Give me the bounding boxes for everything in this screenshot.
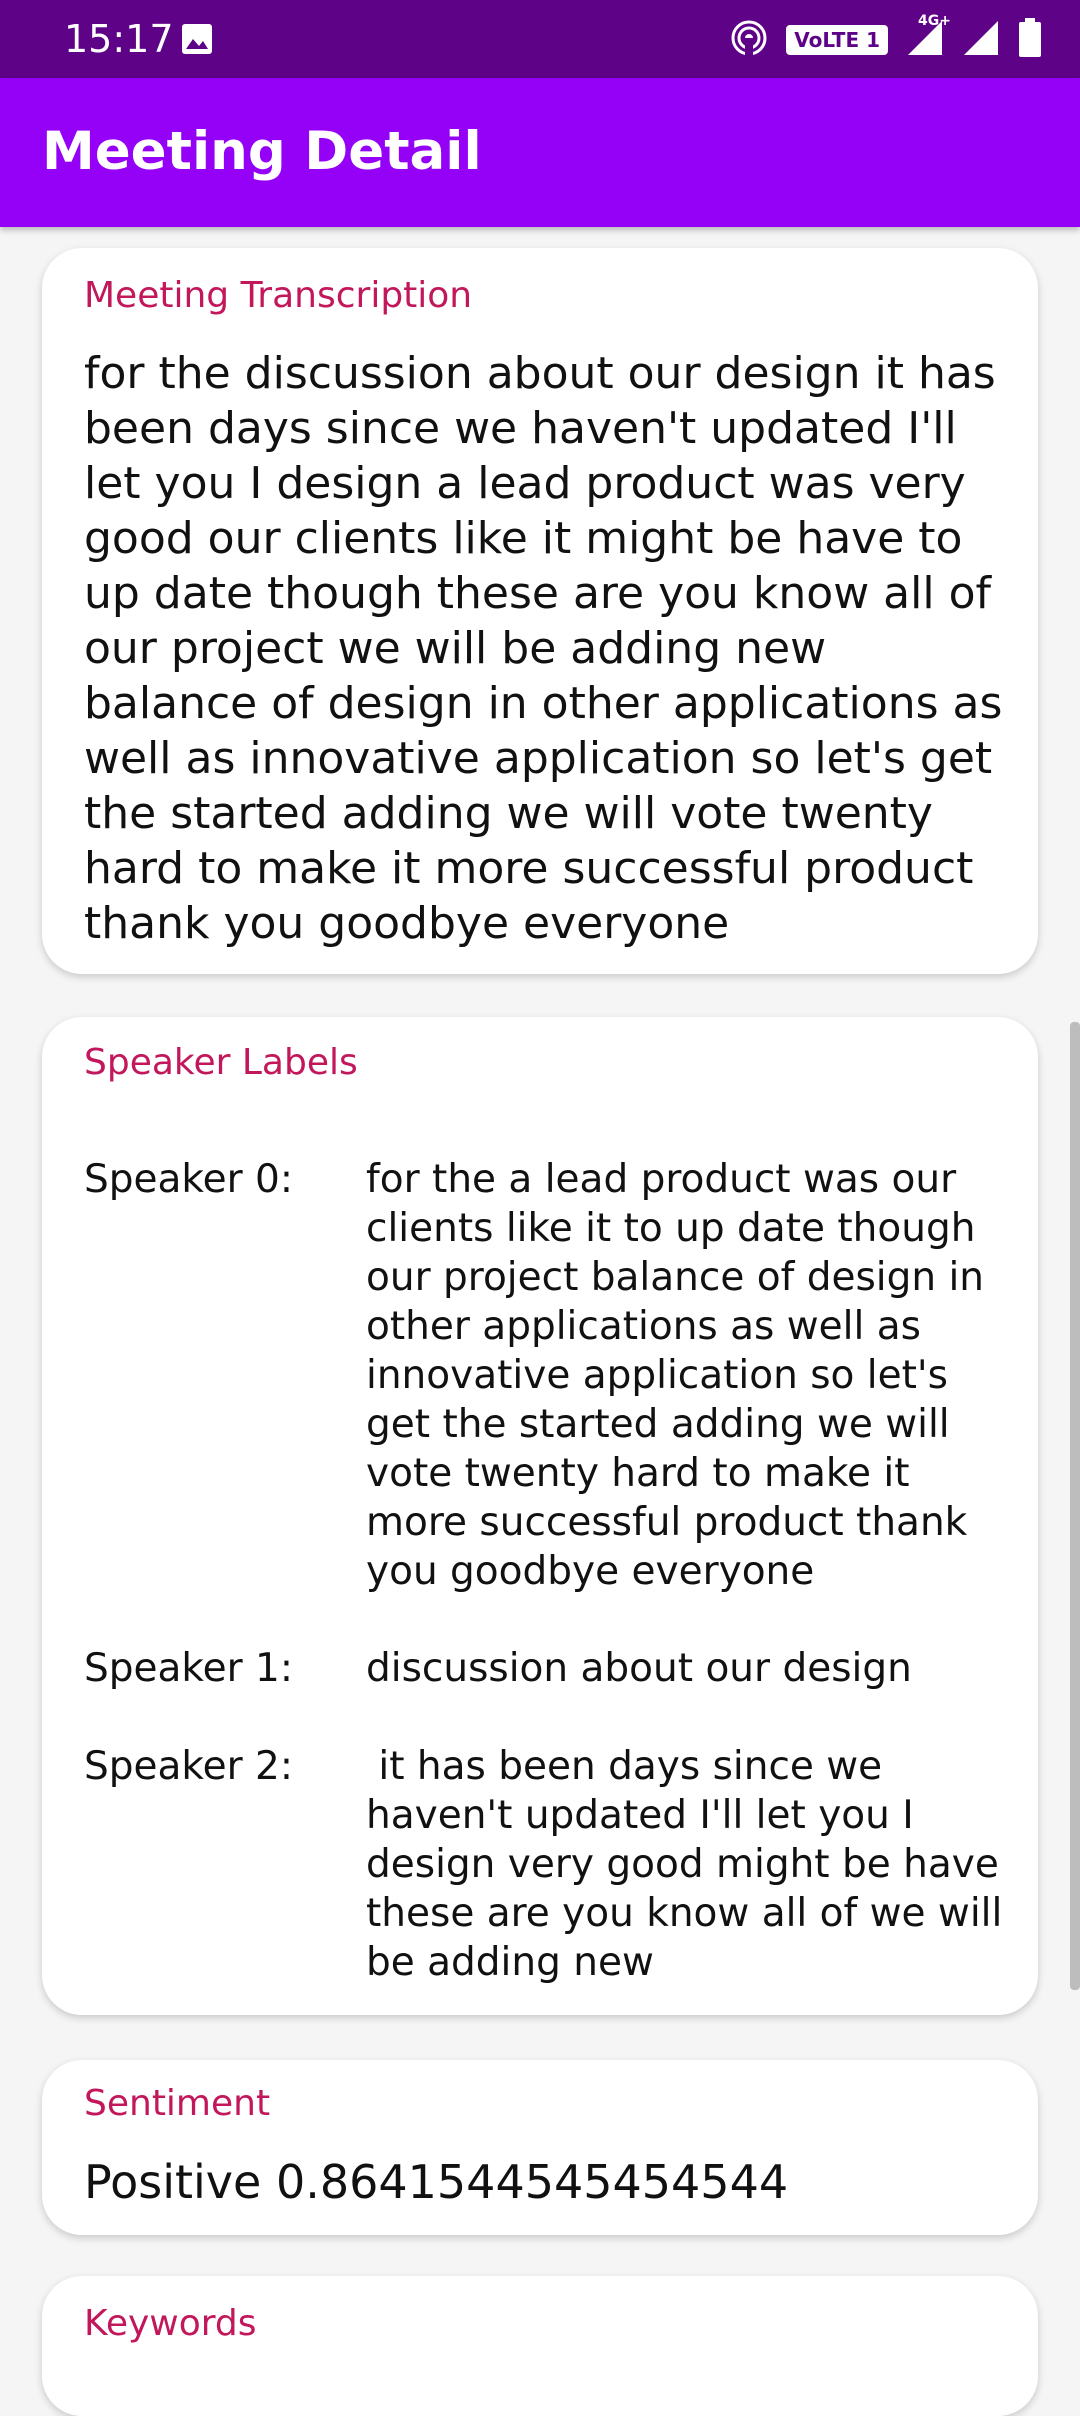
volte-badge: VoLTE 1 [786,25,888,55]
app-bar: Meeting Detail [0,78,1080,227]
sentiment-card: Sentiment Positive 0.8641544545454544 [42,2060,1038,2235]
image-icon [180,22,214,56]
signal-icon: 4G+ [906,13,951,61]
speaker-labels-label: Speaker Labels [84,1042,358,1083]
transcription-text: for the discussion about our design it h… [84,348,1003,949]
network-type: 4G+ [918,13,951,29]
sentiment-label: Sentiment [84,2083,271,2124]
battery-icon [1018,18,1042,62]
transcription-card: Meeting Transcription for the discussion… [42,248,1038,974]
speaker-text: for the a lead product was our clients l… [366,1157,985,1594]
page-title: Meeting Detail [42,121,482,182]
keywords-card: Keywords [42,2276,1038,2416]
speaker-name: Speaker 1: [84,1646,293,1691]
hotspot-icon [730,19,768,61]
scrollbar[interactable] [1070,1022,1080,1990]
speaker-name: Speaker 2: [84,1744,293,1789]
status-bar: 15:17 VoLTE 1 4G+ [0,0,1080,78]
signal-icon-2 [962,19,1000,61]
speaker-name: Speaker 0: [84,1157,293,1202]
sentiment-value: Positive 0.8641544545454544 [84,2155,789,2209]
status-time: 15:17 [64,17,174,61]
speaker-text: discussion about our design [366,1646,912,1691]
transcription-label: Meeting Transcription [84,275,473,316]
speaker-text: it has been days since we haven't update… [366,1744,1015,1985]
keywords-label: Keywords [84,2303,257,2344]
speaker-labels-card: Speaker Labels Speaker 0: for the a lead… [42,1017,1038,2015]
